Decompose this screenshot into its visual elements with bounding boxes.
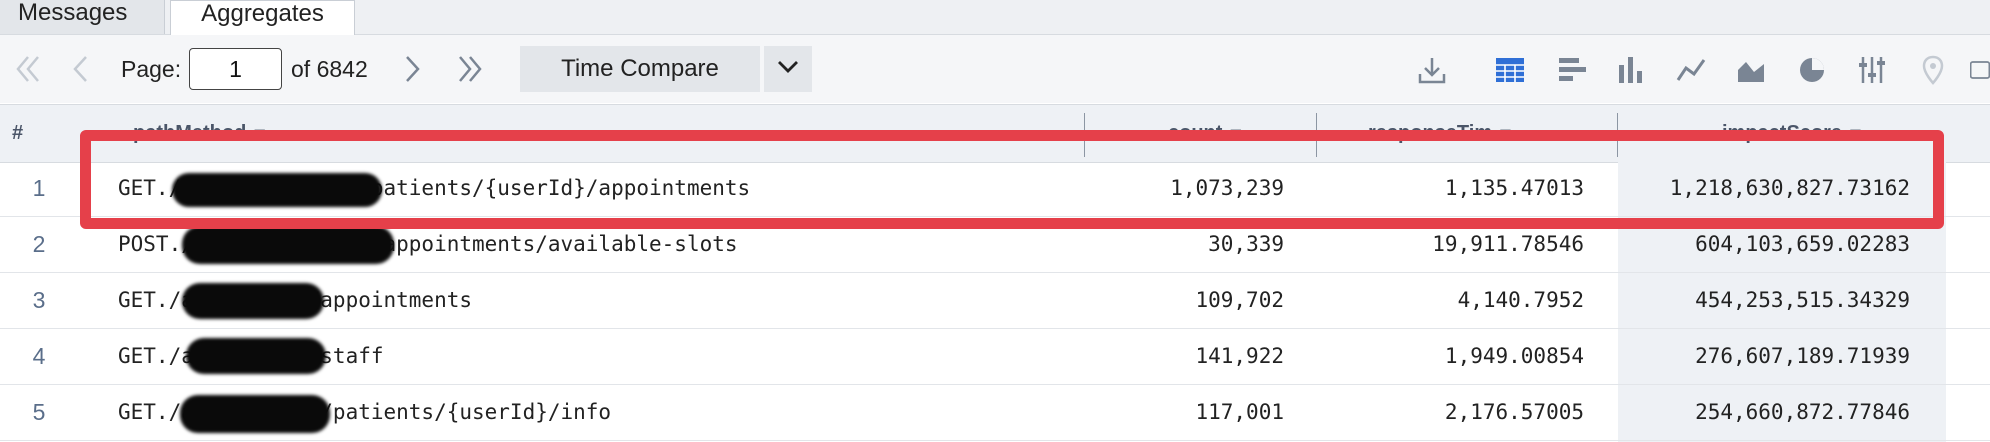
next-page-icon[interactable] [398,35,428,103]
bar-horizontal-icon[interactable] [1555,53,1589,87]
row-index: 5 [32,399,46,425]
count-cell: 141,922 [1195,344,1284,368]
time-compare-button[interactable]: Time Compare [520,46,760,92]
pie-chart-icon[interactable] [1795,53,1829,87]
count-cell: 117,001 [1195,400,1284,424]
count-cell: 109,702 [1195,288,1284,312]
response-time-cell: 4,140.7952 [1457,288,1584,312]
page-number-input[interactable] [189,48,282,90]
response-time-cell: 1,949.00854 [1444,344,1584,368]
redaction-mark [180,395,330,433]
time-compare-dropdown[interactable] [764,46,812,92]
row-index: 4 [32,343,46,369]
row-index: 3 [32,287,46,313]
area-chart-icon[interactable] [1734,53,1768,87]
page-label: Page: [121,56,182,82]
index-header: # [12,122,24,144]
row-index: 2 [32,231,46,257]
page-total: of 6842 [291,56,368,82]
redaction-mark [182,226,394,264]
chevron-down-icon [777,60,799,79]
line-chart-icon[interactable] [1674,53,1708,87]
impact-score-cell: 454,253,515.34329 [1695,288,1910,312]
single-value-icon[interactable] [1970,53,1990,87]
response-time-cell: 2,176.57005 [1444,400,1584,424]
first-page-icon[interactable] [8,35,48,103]
table-view-icon[interactable] [1493,53,1527,87]
redaction-mark [182,283,324,319]
map-pin-icon[interactable] [1916,53,1950,87]
bar-vertical-icon[interactable] [1614,53,1648,87]
impact-score-cell: 254,660,872.77846 [1695,400,1910,424]
tab-bar: Messages Aggregates [0,0,1990,36]
settings-sliders-icon[interactable] [1855,53,1889,87]
tab-messages[interactable]: Messages [0,0,165,34]
highlight-annotation [80,130,1944,229]
download-icon[interactable] [1415,53,1449,87]
row-index: 1 [32,175,46,201]
prev-page-icon[interactable] [62,35,98,103]
tab-aggregates[interactable]: Aggregates [170,0,355,36]
last-page-icon[interactable] [450,35,490,103]
impact-score-cell: 276,607,189.71939 [1695,344,1910,368]
pagination-toolbar: Page: of 6842 Time Compare [0,35,1990,103]
redaction-mark [186,338,326,374]
